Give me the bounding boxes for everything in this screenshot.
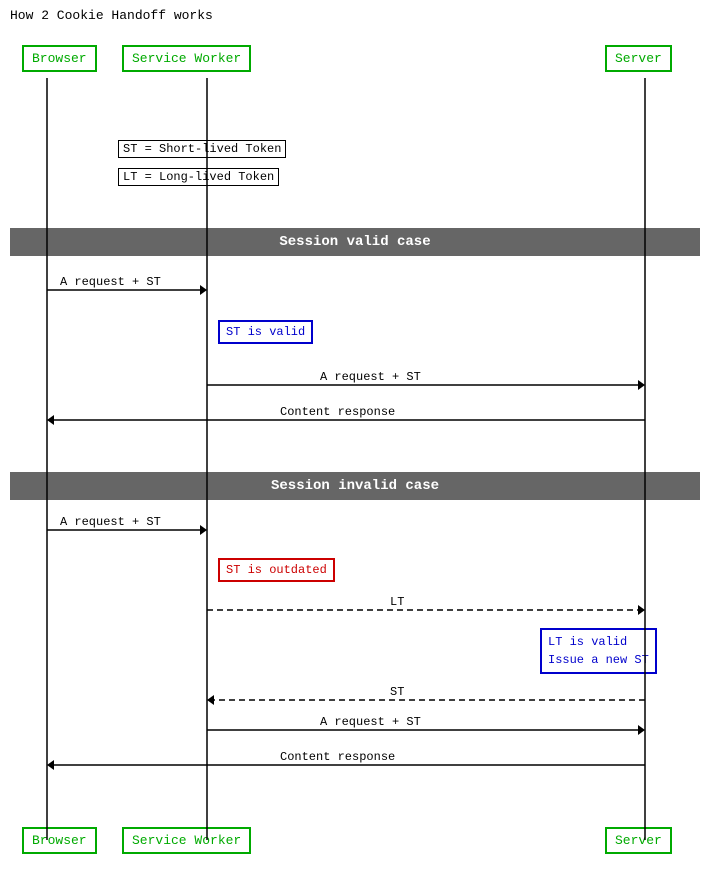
actor-browser-bottom: Browser bbox=[22, 827, 97, 854]
page-title: How 2 Cookie Handoff works bbox=[10, 8, 213, 23]
note-st-valid: ST is valid bbox=[218, 320, 313, 344]
note-st-outdated: ST is outdated bbox=[218, 558, 335, 582]
def-lt: LT = Long-lived Token bbox=[118, 170, 279, 184]
diagram: How 2 Cookie Handoff works Browser Servi… bbox=[0, 0, 710, 872]
svg-text:A request + ST: A request + ST bbox=[320, 715, 421, 729]
actor-sw-top: Service Worker bbox=[122, 45, 251, 72]
svg-text:Content response: Content response bbox=[280, 405, 395, 419]
svg-text:LT: LT bbox=[390, 595, 404, 609]
section-valid: Session valid case bbox=[10, 228, 700, 256]
actor-sw-bottom: Service Worker bbox=[122, 827, 251, 854]
svg-text:A request + ST: A request + ST bbox=[60, 515, 161, 529]
svg-text:ST: ST bbox=[390, 685, 404, 699]
svg-text:A request + ST: A request + ST bbox=[320, 370, 421, 384]
note-lt-valid: LT is validIssue a new ST bbox=[540, 628, 657, 674]
section-invalid: Session invalid case bbox=[10, 472, 700, 500]
arrows-svg: A request + ST A request + ST Content re… bbox=[0, 0, 710, 872]
svg-text:A request + ST: A request + ST bbox=[60, 275, 161, 289]
actor-browser-top: Browser bbox=[22, 45, 97, 72]
def-st: ST = Short-lived Token bbox=[118, 142, 286, 156]
svg-text:Content response: Content response bbox=[280, 750, 395, 764]
actor-server-bottom: Server bbox=[605, 827, 672, 854]
actor-server-top: Server bbox=[605, 45, 672, 72]
